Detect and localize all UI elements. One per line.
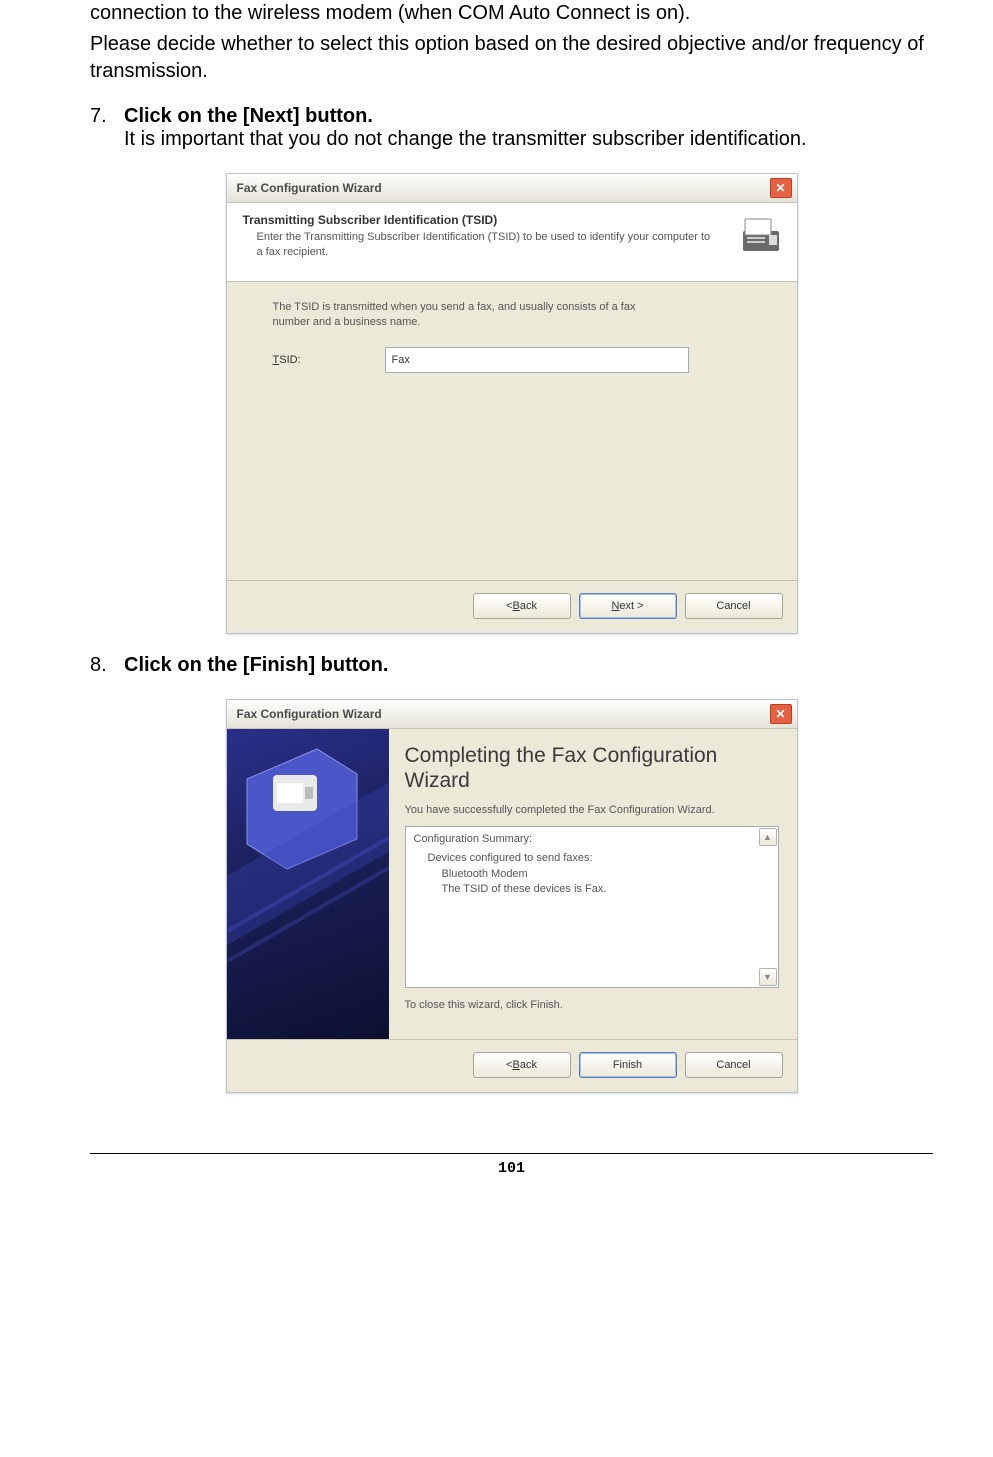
- complete-text: You have successfully completed the Fax …: [405, 803, 779, 818]
- next-button[interactable]: Next >: [579, 593, 677, 619]
- step-7-number: 7.: [90, 105, 124, 151]
- wizard-body-desc: The TSID is transmitted when you send a …: [273, 300, 673, 331]
- close-icon: ✕: [775, 708, 785, 720]
- fax-wizard-complete: Fax Configuration Wizard ✕: [226, 699, 798, 1093]
- complete-title: Completing the Fax Configuration Wizard: [405, 743, 779, 793]
- cancel-button[interactable]: Cancel: [685, 1052, 783, 1078]
- fax-wizard-tsid: Fax Configuration Wizard ✕ Transmitting …: [226, 173, 798, 634]
- wizard-footer: < Back Finish Cancel: [227, 1039, 797, 1092]
- chevron-up-icon: ▲: [763, 832, 772, 842]
- close-button[interactable]: ✕: [770, 704, 792, 724]
- summary-box: Configuration Summary: Devices configure…: [405, 826, 779, 988]
- step-7-text: It is important that you do not change t…: [124, 128, 933, 151]
- cancel-button[interactable]: Cancel: [685, 593, 783, 619]
- step-8-title: Click on the [Finish] button.: [124, 654, 933, 677]
- intro-line-1: connection to the wireless modem (when C…: [90, 0, 933, 27]
- close-instruction: To close this wizard, click Finish.: [405, 998, 779, 1013]
- summary-header: Configuration Summary:: [414, 833, 760, 845]
- wizard-footer: < Back Next > Cancel: [227, 580, 797, 633]
- wizard-body: The TSID is transmitted when you send a …: [227, 282, 797, 580]
- wizard-titlebar: Fax Configuration Wizard ✕: [227, 700, 797, 729]
- step-8-number: 8.: [90, 654, 124, 677]
- summary-line-2: Bluetooth Modem: [428, 867, 760, 882]
- step-7-title: Click on the [Next] button.: [124, 105, 933, 128]
- tsid-label: TSID:: [273, 354, 383, 366]
- back-button[interactable]: < Back: [473, 593, 571, 619]
- wizard-titlebar: Fax Configuration Wizard ✕: [227, 174, 797, 203]
- tsid-input[interactable]: Fax: [385, 347, 689, 373]
- back-button[interactable]: < Back: [473, 1052, 571, 1078]
- wizard-header-title: Transmitting Subscriber Identification (…: [243, 213, 783, 227]
- close-icon: ✕: [775, 182, 785, 194]
- fax-icon: [739, 213, 783, 257]
- scroll-down-button[interactable]: ▼: [759, 968, 777, 986]
- step-8: 8. Click on the [Finish] button.: [90, 654, 933, 677]
- summary-line-1: Devices configured to send faxes:: [428, 851, 760, 866]
- page-number: 101: [90, 1153, 933, 1197]
- wizard-header-subtitle: Enter the Transmitting Subscriber Identi…: [243, 230, 783, 260]
- finish-button[interactable]: Finish: [579, 1052, 677, 1078]
- scroll-up-button[interactable]: ▲: [759, 828, 777, 846]
- step-7: 7. Click on the [Next] button. It is imp…: [90, 105, 933, 151]
- wizard-title: Fax Configuration Wizard: [237, 707, 382, 721]
- chevron-down-icon: ▼: [763, 972, 772, 982]
- wizard-title: Fax Configuration Wizard: [237, 181, 382, 195]
- wizard-sidebar-graphic: [227, 729, 389, 1039]
- close-button[interactable]: ✕: [770, 178, 792, 198]
- intro-line-2: Please decide whether to select this opt…: [90, 31, 933, 85]
- summary-line-3: The TSID of these devices is Fax.: [428, 882, 760, 897]
- wizard-header: Transmitting Subscriber Identification (…: [227, 203, 797, 282]
- wizard-body: Completing the Fax Configuration Wizard …: [227, 729, 797, 1039]
